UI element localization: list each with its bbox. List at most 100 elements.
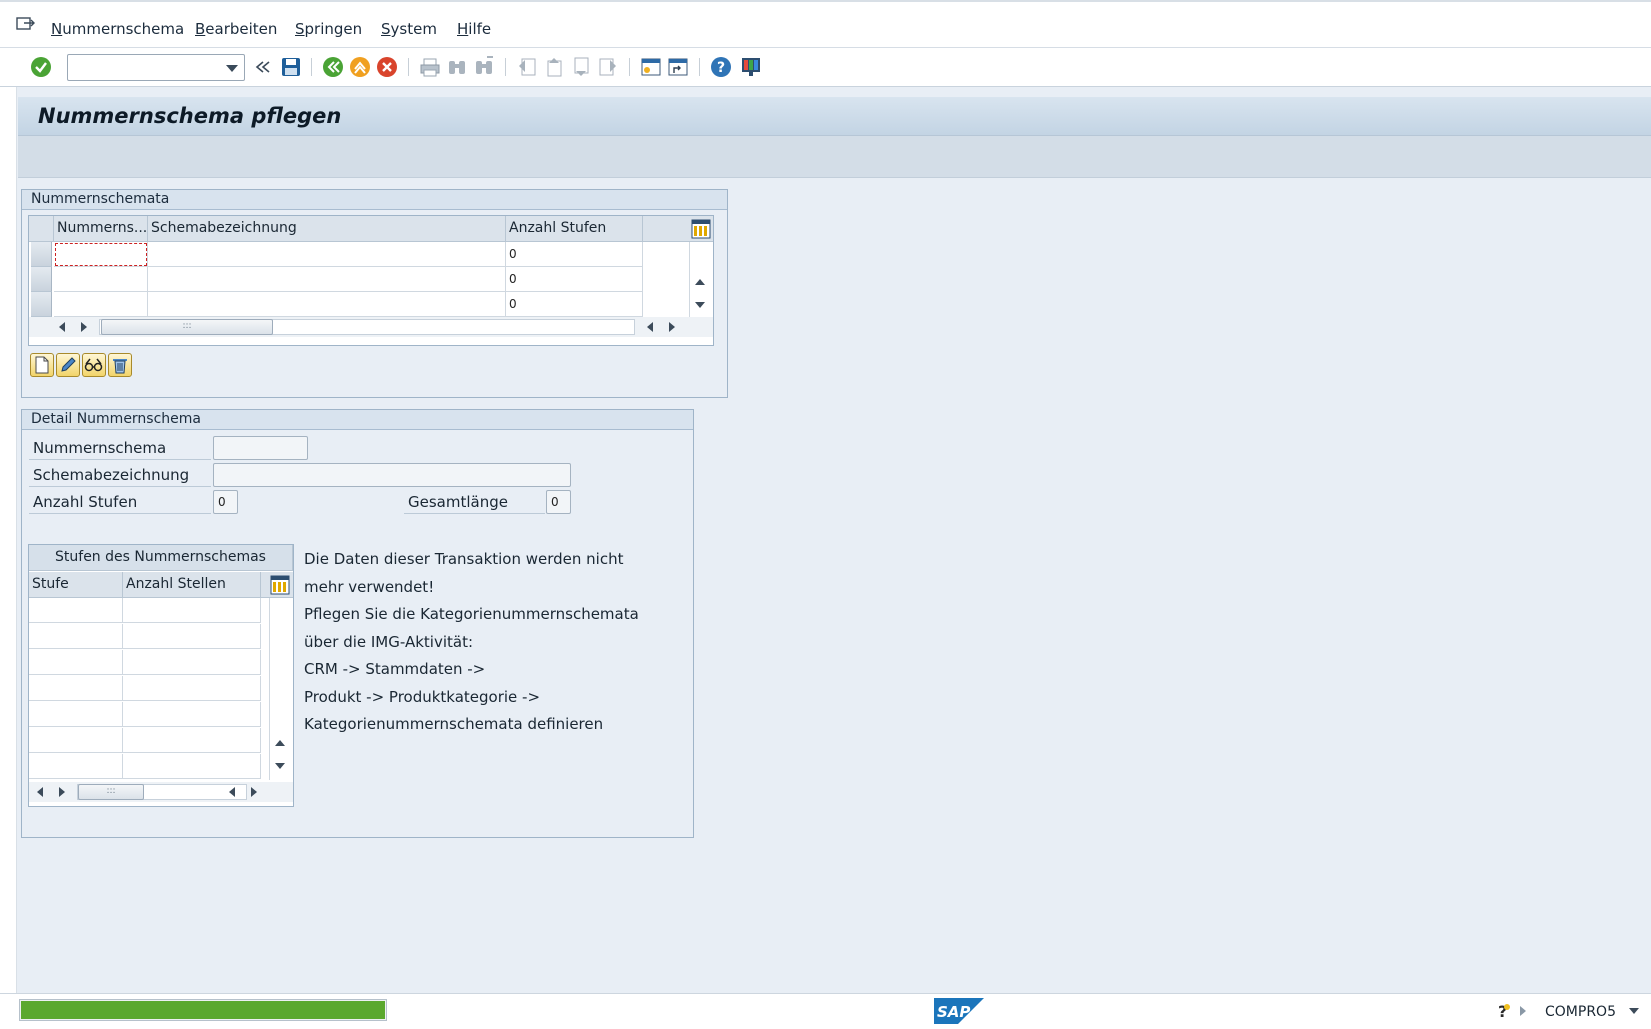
schemabezeichnung-label: Schemabezeichnung — [29, 463, 211, 487]
column-settings-icon[interactable] — [270, 575, 290, 595]
row-selector[interactable] — [31, 292, 52, 317]
anzahl-stufen-field[interactable] — [213, 490, 238, 514]
create-button[interactable] — [30, 353, 54, 377]
scroll-up-icon[interactable] — [695, 279, 705, 285]
table-cell[interactable] — [29, 624, 123, 649]
table-cell[interactable]: 0 — [506, 267, 643, 292]
edit-button[interactable] — [56, 353, 80, 377]
table-cell[interactable] — [29, 728, 123, 753]
command-field[interactable] — [67, 54, 245, 81]
table-cell[interactable] — [148, 267, 506, 292]
horizontal-scrollbar[interactable]: ::: — [29, 782, 293, 802]
horizontal-scrollbar[interactable]: ::: — [29, 317, 713, 337]
scroll-right-icon[interactable] — [251, 787, 257, 797]
scroll-down-icon[interactable] — [275, 763, 285, 769]
exit-icon[interactable] — [347, 54, 373, 80]
save-icon[interactable] — [278, 54, 304, 80]
table-cell[interactable] — [54, 292, 148, 317]
scroll-right-icon[interactable] — [59, 787, 65, 797]
table-cell[interactable]: 0 — [506, 242, 643, 267]
menu-hilfe[interactable]: Hilfe — [457, 20, 491, 38]
progress-bar — [19, 999, 387, 1021]
scroll-thumb[interactable]: ::: — [101, 319, 273, 335]
table-cell[interactable] — [29, 598, 123, 623]
scroll-thumb[interactable]: ::: — [78, 784, 144, 800]
scroll-right-icon[interactable] — [669, 322, 675, 332]
schemata-group-title: Nummernschemata — [22, 190, 727, 210]
column-header-anzahl-stellen[interactable]: Anzahl Stellen — [123, 572, 261, 598]
menu-bearbeiten[interactable]: Bearbeiten — [195, 20, 277, 38]
nummernschema-label: Nummernschema — [29, 436, 211, 460]
quick-info-icon[interactable]: ? — [1496, 1002, 1512, 1020]
table-cell[interactable] — [123, 676, 261, 701]
customize-layout-icon[interactable] — [738, 54, 764, 80]
table-cell[interactable] — [54, 242, 148, 267]
enter-icon[interactable] — [28, 54, 54, 80]
last-page-icon[interactable] — [595, 54, 621, 80]
table-cell[interactable] — [123, 650, 261, 675]
status-expand-icon[interactable] — [1520, 1006, 1526, 1016]
command-input[interactable] — [72, 56, 222, 79]
table-cell[interactable] — [54, 267, 148, 292]
back-nav-icon[interactable] — [250, 54, 276, 80]
row-selector[interactable] — [31, 242, 52, 267]
find-icon[interactable] — [444, 54, 470, 80]
gesamtlaenge-field[interactable] — [546, 490, 571, 514]
sap-logo: SAP — [934, 998, 984, 1024]
column-header-stufe[interactable]: Stufe — [29, 572, 123, 598]
table-cell[interactable] — [29, 676, 123, 701]
back-icon[interactable] — [320, 54, 346, 80]
chevron-down-icon[interactable] — [1629, 1008, 1639, 1014]
previous-page-icon[interactable] — [541, 54, 567, 80]
column-header-anzahl-stufen[interactable]: Anzahl Stufen — [506, 216, 643, 242]
find-next-icon[interactable] — [471, 54, 497, 80]
nummernschema-field[interactable] — [213, 436, 308, 460]
print-icon[interactable] — [417, 54, 443, 80]
next-page-icon[interactable] — [568, 54, 594, 80]
table-cell[interactable]: 0 — [506, 292, 643, 317]
chevron-down-icon[interactable] — [226, 65, 238, 72]
cancel-icon[interactable] — [374, 54, 400, 80]
menu-nummernschema[interactable]: Nummernschema — [51, 20, 184, 38]
scroll-left-icon[interactable] — [37, 787, 43, 797]
column-settings-icon[interactable] — [691, 219, 711, 239]
delete-button[interactable] — [108, 353, 132, 377]
row-selector[interactable] — [31, 267, 52, 292]
scroll-left-icon[interactable] — [647, 322, 653, 332]
column-header-nummernschema[interactable]: Nummerns... — [54, 216, 148, 242]
help-icon[interactable]: ? — [708, 54, 734, 80]
scroll-down-icon[interactable] — [695, 302, 705, 308]
display-icon — [84, 358, 103, 372]
table-cell[interactable] — [29, 702, 123, 727]
scroll-left-icon[interactable] — [59, 322, 65, 332]
table-cell[interactable] — [148, 242, 506, 267]
table-cell[interactable] — [29, 650, 123, 675]
stufen-table-title: Stufen des Nummernschemas — [29, 545, 293, 571]
scroll-right-icon[interactable] — [81, 322, 87, 332]
column-header-schemabezeichnung[interactable]: Schemabezeichnung — [148, 216, 506, 242]
table-cell[interactable] — [123, 702, 261, 727]
display-button[interactable] — [82, 353, 106, 377]
vertical-scrollbar[interactable] — [689, 242, 709, 317]
vertical-scrollbar[interactable] — [269, 598, 289, 780]
table-cell[interactable] — [123, 728, 261, 753]
scroll-up-icon[interactable] — [275, 740, 285, 746]
scroll-left-icon[interactable] — [229, 787, 235, 797]
new-session-icon[interactable] — [638, 54, 664, 80]
table-cell[interactable] — [29, 754, 123, 779]
first-page-icon[interactable] — [514, 54, 540, 80]
table-cell[interactable] — [148, 292, 506, 317]
select-all-header[interactable] — [29, 216, 54, 242]
table-cell[interactable] — [123, 754, 261, 779]
table-cell[interactable] — [123, 624, 261, 649]
system-menu-icon[interactable] — [16, 16, 36, 32]
shortcut-icon[interactable] — [665, 54, 691, 80]
title-bar: Nummernschema pflegen — [18, 97, 1651, 136]
info-text-line: CRM -> Stammdaten -> — [304, 660, 486, 678]
menu-springen[interactable]: Springen — [295, 20, 362, 38]
menu-system[interactable]: System — [381, 20, 437, 38]
system-name: COMPRO5 — [1545, 1004, 1616, 1020]
anzahl-stufen-label: Anzahl Stufen — [29, 490, 211, 514]
schemabezeichnung-field[interactable] — [213, 463, 571, 487]
table-cell[interactable] — [123, 598, 261, 623]
